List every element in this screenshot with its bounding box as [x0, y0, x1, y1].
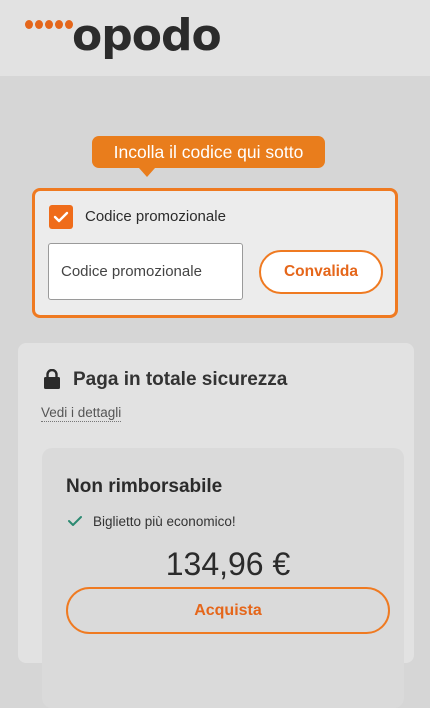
checkmark-icon: [53, 211, 69, 223]
logo[interactable]: opodo: [72, 14, 222, 58]
price: 134,96 €: [165, 546, 291, 582]
fare-title: Non rimborsabile: [66, 476, 223, 497]
check-icon: [68, 516, 82, 526]
details-link[interactable]: Vedi i dettagli: [41, 405, 122, 422]
fare-feature: Biglietto più economico!: [93, 514, 236, 529]
promo-tooltip: Incolla il codice qui sotto: [92, 136, 325, 177]
fare-card: Non rimborsabile Biglietto più economico…: [42, 448, 404, 708]
promo-checkbox[interactable]: [49, 205, 73, 229]
header: opodo: [0, 0, 430, 76]
buy-button[interactable]: Acquista: [66, 587, 390, 634]
promo-code-panel: Codice promozionale Convalida: [32, 188, 398, 318]
logo-dots: [25, 20, 73, 29]
promo-checkbox-label[interactable]: Codice promozionale: [85, 208, 226, 225]
payment-card: Paga in totale sicurezza Vedi i dettagli…: [18, 343, 414, 708]
lock-icon: [44, 369, 60, 389]
validate-button[interactable]: Convalida: [259, 250, 383, 294]
payment-title: Paga in totale sicurezza: [73, 369, 288, 390]
promo-code-input[interactable]: [48, 243, 243, 300]
